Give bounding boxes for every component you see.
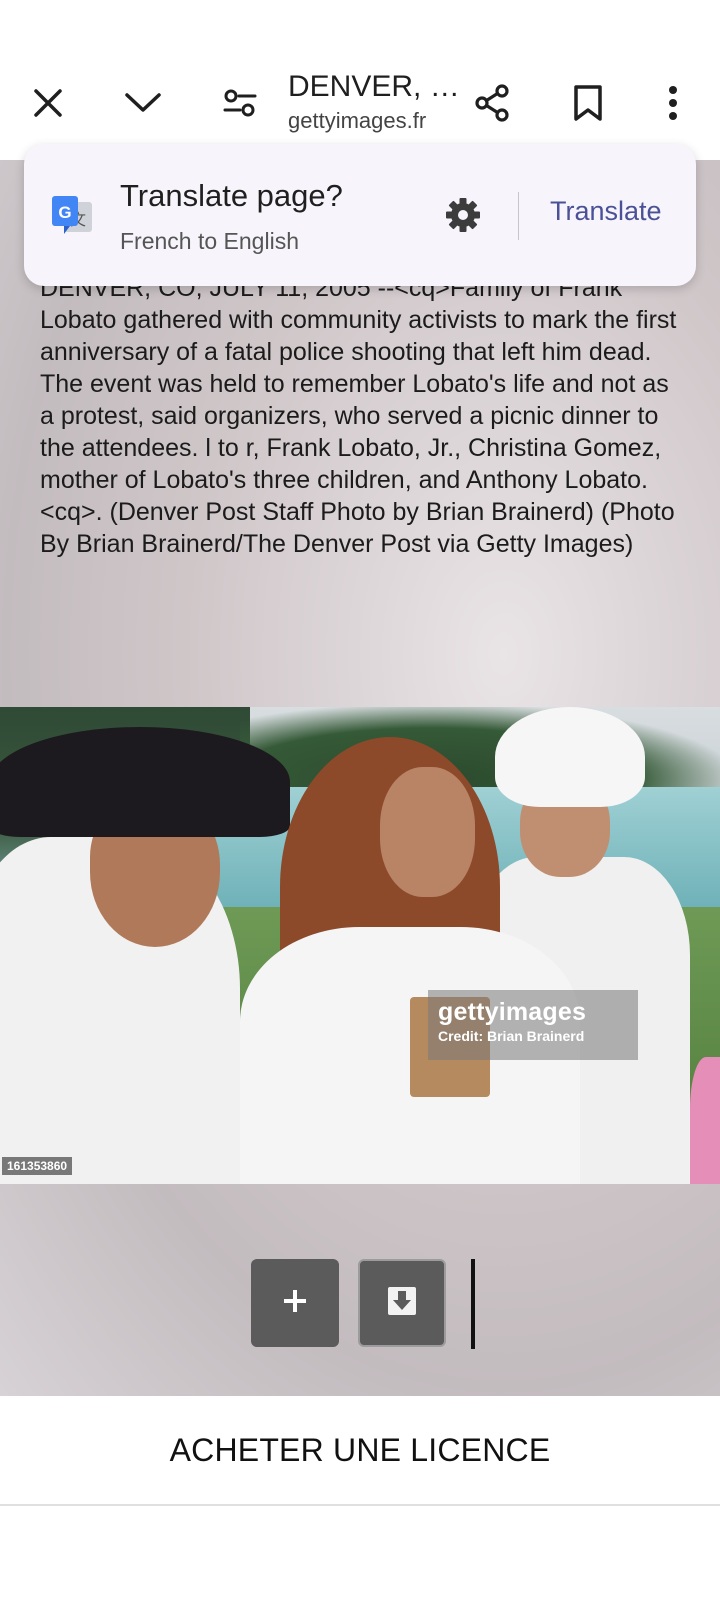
- person-left: [0, 727, 290, 1184]
- google-translate-icon: 文 G: [50, 194, 94, 238]
- page-controls-icon[interactable]: [215, 78, 265, 128]
- translate-prompt: 文 G Translate page? French to English Tr…: [24, 144, 696, 286]
- plus-icon: [282, 1288, 308, 1319]
- action-divider: [471, 1259, 475, 1349]
- gear-icon[interactable]: [440, 192, 486, 238]
- translate-prompt-title: Translate page?: [120, 178, 343, 213]
- buy-license-button[interactable]: ACHETER UNE LICENCE: [0, 1396, 720, 1506]
- page-title-area[interactable]: DENVER, … gettyimages.fr: [288, 68, 458, 136]
- bookmark-icon[interactable]: [563, 78, 613, 128]
- share-icon[interactable]: [467, 78, 517, 128]
- news-photo[interactable]: gettyimages Credit: Brian Brainerd 16135…: [0, 707, 720, 1184]
- image-id-badge: 161353860: [2, 1157, 73, 1175]
- download-icon: [387, 1286, 417, 1321]
- photo-credit: Credit: Brian Brainerd: [438, 1028, 585, 1044]
- browser-toolbar: DENVER, … gettyimages.fr: [0, 0, 720, 160]
- download-button[interactable]: [358, 1259, 446, 1347]
- more-vert-icon[interactable]: [648, 78, 698, 128]
- add-to-board-button[interactable]: [251, 1259, 339, 1347]
- getty-logo: gettyimages: [438, 998, 587, 1026]
- card-divider: [518, 192, 519, 240]
- chevron-down-icon[interactable]: [118, 78, 168, 128]
- translate-button[interactable]: Translate: [550, 196, 662, 227]
- page-url: gettyimages.fr: [288, 108, 427, 133]
- person-middle: [240, 737, 580, 1184]
- page-title: DENVER, …: [288, 70, 458, 103]
- photo-caption: DENVER, CO, JULY 11, 2005 --<cq>Family o…: [40, 274, 677, 558]
- close-icon[interactable]: [23, 78, 73, 128]
- translate-prompt-languages: French to English: [120, 228, 299, 254]
- svg-text:G: G: [58, 203, 71, 222]
- getty-watermark: gettyimages Credit: Brian Brainerd: [428, 990, 638, 1060]
